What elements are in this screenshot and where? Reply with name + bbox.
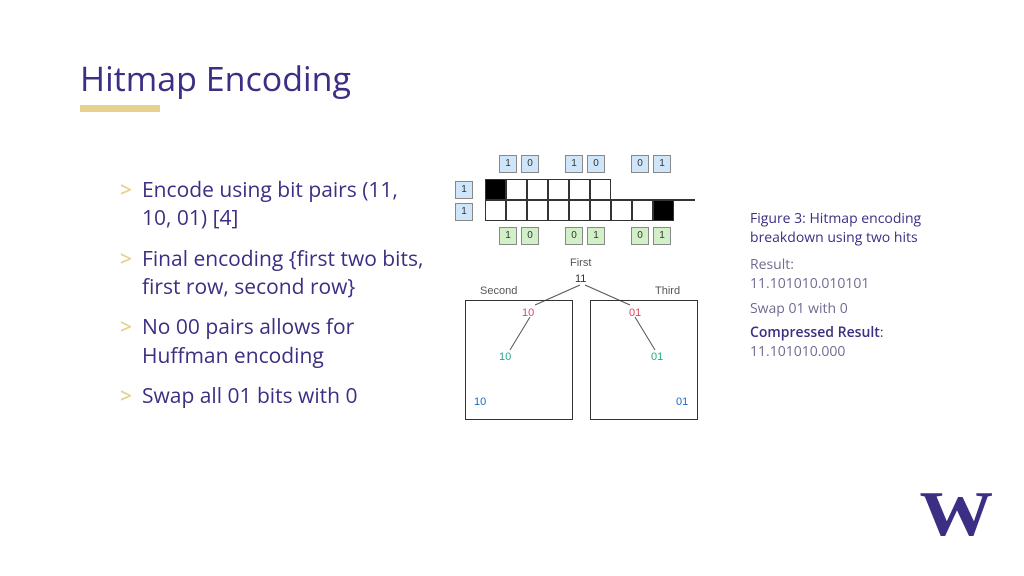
tree-node: 01 [629,307,641,319]
slide: Hitmap Encoding Encode using bit pairs (… [0,0,1024,576]
tree-node: 10 [499,351,511,363]
bullet-list: Encode using bit pairs (11, 10, 01) [4] … [80,176,430,422]
tree-node: 01 [676,396,688,408]
caption-result-value: 11.101010.010101 [750,274,869,293]
bullet-item: No 00 pairs allows for Huffman encoding [120,313,430,370]
tree-node: 01 [651,351,663,363]
caption-compressed-value: 11.101010.000 [750,342,845,361]
caption-swap: Swap 01 with 0 [750,300,930,319]
caption-compressed-label: Compressed Result [750,323,880,342]
bullet-item: Swap all 01 bits with 0 [120,382,430,410]
caption-result-label: Result: [750,255,794,274]
tree-node: 10 [474,396,486,408]
tree-box-third: 01 01 01 [590,300,698,420]
caption-title: Figure 3: Hitmap encoding breakdown usin… [750,210,930,248]
figure-caption: Figure 3: Hitmap encoding breakdown usin… [750,210,930,362]
uw-logo: W [920,477,989,551]
hitmap-diagram: 10 10 01 1 1 10 01 01 First 11 Second Th… [425,155,725,475]
slide-title: Hitmap Encoding [80,55,351,101]
tree-node: 10 [522,307,534,319]
title-underline [80,105,160,112]
tree-box-second: 10 10 10 [465,300,573,420]
bullet-item: Final encoding {first two bits, first ro… [120,245,430,302]
bullet-item: Encode using bit pairs (11, 10, 01) [4] [120,176,430,233]
